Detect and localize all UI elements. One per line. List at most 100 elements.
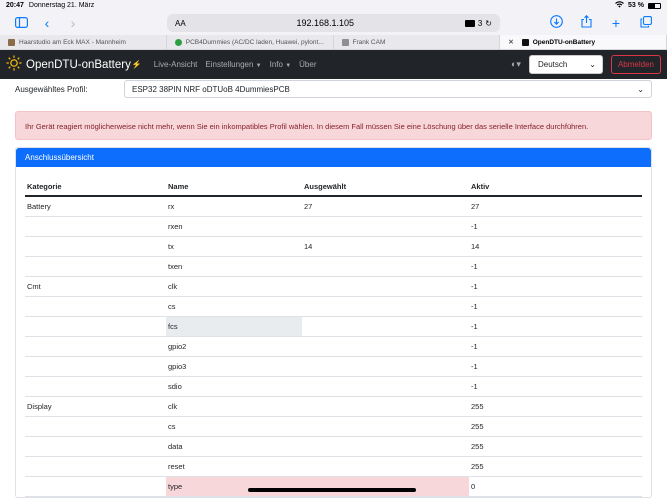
- url-text[interactable]: 192.168.1.105: [186, 18, 465, 28]
- close-tab-icon[interactable]: ✕: [508, 38, 513, 46]
- cell-category: [25, 456, 166, 477]
- column-header: Name: [166, 177, 302, 197]
- home-indicator: [248, 488, 416, 492]
- cell-name: type: [166, 476, 302, 497]
- brand[interactable]: OpenDTU-onBattery ⚡: [6, 55, 142, 74]
- cell-active: -1: [469, 276, 642, 297]
- cell-active: -1: [469, 376, 642, 397]
- cell-name: gpio3: [166, 356, 302, 377]
- cell-selected: [302, 396, 469, 417]
- browser-tab[interactable]: Haarstudio am Eck MAX - Mannheim: [0, 35, 167, 49]
- cell-category: [25, 336, 166, 357]
- cell-category: Battery: [25, 196, 166, 217]
- card-title: Anschlussübersicht: [16, 148, 651, 167]
- new-tab-icon[interactable]: +: [603, 11, 629, 35]
- cell-category: [25, 256, 166, 277]
- cell-selected: 14: [302, 236, 469, 257]
- cell-name: gpio2: [166, 336, 302, 357]
- table-row: sdio -1: [25, 376, 642, 397]
- pin-table: Kategorie Name Ausgewählt Aktiv Battery r…: [25, 177, 642, 497]
- table-row: Cmt clk -1: [25, 276, 642, 297]
- cell-category: [25, 236, 166, 257]
- tab-title: PCB4Dummies (AC/DC laden, Huawei, pylont…: [185, 38, 324, 46]
- cell-active: 255: [469, 416, 642, 437]
- column-header: Kategorie: [25, 177, 166, 197]
- chevron-down-icon: ⌄: [637, 84, 644, 94]
- tab-title: Frank CAM: [352, 38, 386, 46]
- reader-aa-button[interactable]: AA: [175, 19, 186, 28]
- app-navbar: OpenDTU-onBattery ⚡ Live-Ansicht Einstel…: [0, 50, 667, 79]
- logout-button[interactable]: Abmelden: [610, 55, 661, 74]
- extensions-button[interactable]: 3 ↻: [464, 19, 492, 28]
- back-icon[interactable]: ‹: [34, 11, 60, 35]
- status-bar: 20:47 Donnerstag 21. März 53 %: [0, 0, 667, 11]
- nav-info[interactable]: Info ▼: [270, 60, 292, 69]
- nav-settings[interactable]: Einstellungen ▼: [205, 60, 261, 69]
- profile-select[interactable]: ESP32 38PIN NRF oDTUoB 4DummiesPCB ⌄: [124, 80, 652, 98]
- cell-active: -1: [469, 356, 642, 377]
- battery-percent: 53 %: [628, 2, 644, 9]
- nav-info-label: Info: [269, 60, 283, 69]
- cell-selected: 27: [302, 196, 469, 217]
- profile-row: Ausgewähltes Profil: ESP32 38PIN NRF oDT…: [15, 79, 652, 99]
- cell-selected: [302, 416, 469, 437]
- theme-toggle-icon[interactable]: ◐▾: [511, 59, 521, 70]
- chevron-down-icon: ▼: [285, 63, 292, 69]
- pin-overview-card: Anschlussübersicht Kategorie Name Ausgew…: [15, 147, 652, 498]
- download-icon[interactable]: [543, 11, 569, 35]
- main-content: Ausgewähltes Profil: ESP32 38PIN NRF oDT…: [0, 79, 667, 498]
- cell-category: Cmt: [25, 276, 166, 297]
- cell-active: 255: [469, 456, 642, 477]
- cell-category: [25, 376, 166, 397]
- cell-category: [25, 436, 166, 457]
- cell-selected: [302, 336, 469, 357]
- browser-tab[interactable]: PCB4Dummies (AC/DC laden, Huawei, pylont…: [167, 35, 334, 49]
- cell-name: fcs: [166, 316, 302, 337]
- tab-title: OpenDTU-onBattery: [532, 38, 596, 46]
- share-icon[interactable]: [573, 11, 599, 35]
- forward-icon[interactable]: ›: [60, 11, 86, 35]
- sidebar-icon[interactable]: [8, 11, 34, 35]
- cell-selected: [302, 476, 469, 497]
- cell-active: 255: [469, 436, 642, 457]
- cell-active: -1: [469, 256, 642, 277]
- wifi-icon: [615, 1, 624, 10]
- favicon-icon: [174, 38, 182, 46]
- favicon-icon: [341, 38, 349, 46]
- cell-name: cs: [166, 296, 302, 317]
- nav-settings-label: Einstellungen: [205, 60, 254, 69]
- browser-toolbar: ‹ › AA 192.168.1.105 3 ↻ +: [0, 11, 667, 35]
- table-row: fcs -1: [25, 316, 642, 337]
- battery-bolt-icon: ⚡: [131, 60, 142, 69]
- column-header: Aktiv: [469, 177, 642, 197]
- cell-category: [25, 316, 166, 337]
- language-select[interactable]: Deutsch ⌄: [528, 55, 603, 74]
- battery-icon: [648, 2, 661, 9]
- table-header-row: Kategorie Name Ausgewählt Aktiv: [25, 177, 642, 197]
- cell-selected: [302, 316, 469, 337]
- table-row: Display clk 255: [25, 396, 642, 417]
- nav-about[interactable]: Über: [299, 60, 316, 69]
- table-row: cs -1: [25, 296, 642, 317]
- table-row: gpio3 -1: [25, 356, 642, 377]
- browser-tab-active[interactable]: ✕ OpenDTU-onBattery: [500, 35, 667, 49]
- address-bar[interactable]: AA 192.168.1.105 3 ↻: [167, 14, 500, 32]
- cell-category: [25, 296, 166, 317]
- cell-category: [25, 476, 166, 497]
- cell-name: clk: [166, 276, 302, 297]
- cell-category: [25, 216, 166, 237]
- browser-tab[interactable]: Frank CAM: [334, 35, 501, 49]
- nav-live-view[interactable]: Live-Ansicht: [154, 60, 198, 69]
- tabs-overview-icon[interactable]: [633, 11, 659, 35]
- cell-selected: [302, 456, 469, 477]
- date: Donnerstag 21. März: [28, 2, 95, 9]
- cell-selected: [302, 216, 469, 237]
- reload-icon[interactable]: ↻: [485, 19, 492, 28]
- column-header: Ausgewählt: [302, 177, 469, 197]
- table-row: gpio2 -1: [25, 336, 642, 357]
- cell-selected: [302, 376, 469, 397]
- cell-active: 255: [469, 396, 642, 417]
- cell-category: [25, 416, 166, 437]
- profile-value: ESP32 38PIN NRF oDTUoB 4DummiesPCB: [132, 84, 290, 94]
- cell-active: -1: [469, 316, 642, 337]
